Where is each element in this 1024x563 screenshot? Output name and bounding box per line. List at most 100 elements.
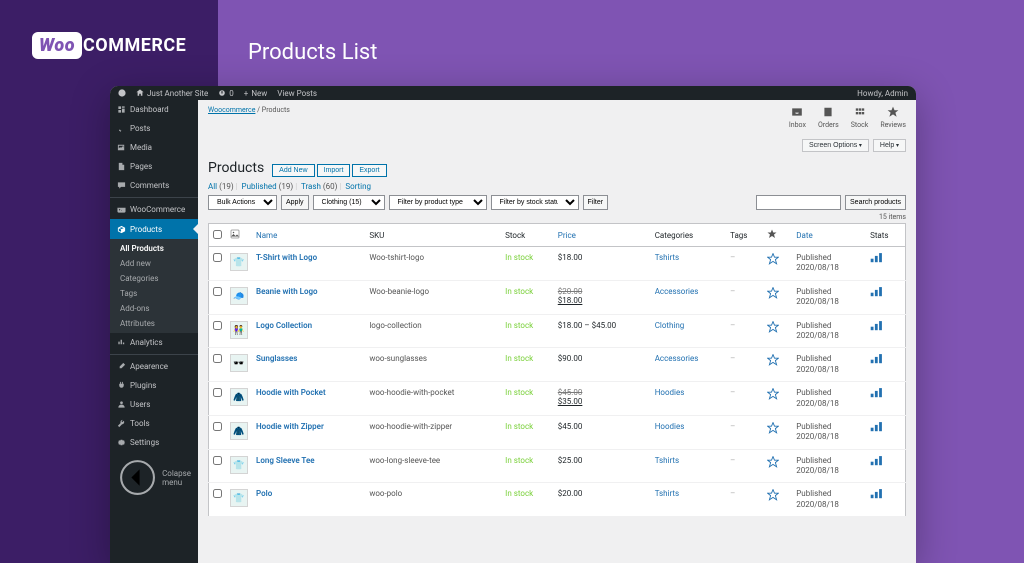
sidebar-sub-add-new[interactable]: Add new <box>110 256 198 271</box>
product-name-link[interactable]: Long Sleeve Tee <box>256 456 315 465</box>
featured-star[interactable] <box>767 326 779 335</box>
help-button[interactable]: Help <box>873 139 906 152</box>
product-thumb[interactable]: 👫 <box>230 321 248 339</box>
product-category-link[interactable]: Accessories <box>655 354 699 363</box>
sidebar-item-posts[interactable]: Posts <box>110 119 198 138</box>
product-category-link[interactable]: Clothing <box>655 321 685 330</box>
featured-star[interactable] <box>767 461 779 470</box>
stats-icon[interactable] <box>870 357 884 366</box>
sidebar-item-woocommerce[interactable]: WooCommerce <box>110 200 198 219</box>
wp-logo-icon[interactable] <box>118 89 126 97</box>
col-categories[interactable]: Categories <box>651 224 726 247</box>
bulk-actions-select[interactable]: Bulk Actions <box>208 195 277 210</box>
product-name-link[interactable]: Logo Collection <box>256 321 312 330</box>
col-featured[interactable] <box>763 224 792 247</box>
product-name-link[interactable]: Hoodie with Pocket <box>256 388 326 397</box>
add-new-button[interactable]: Add New <box>272 164 314 177</box>
stats-icon[interactable] <box>870 256 884 265</box>
sidebar-item-settings[interactable]: Settings <box>110 433 198 452</box>
product-name-link[interactable]: T-Shirt with Logo <box>256 253 317 262</box>
reviews-icon-button[interactable]: Reviews <box>880 106 906 129</box>
stats-icon[interactable] <box>870 492 884 501</box>
product-category-link[interactable]: Hoodies <box>655 422 685 431</box>
product-category-link[interactable]: Hoodies <box>655 388 685 397</box>
filter-button[interactable]: Filter <box>583 195 609 210</box>
row-checkbox[interactable] <box>213 321 222 330</box>
collapse-menu[interactable]: Colapse menu <box>110 452 198 503</box>
product-category-link[interactable]: Tshirts <box>655 253 679 262</box>
featured-star[interactable] <box>767 427 779 436</box>
product-name-link[interactable]: Sunglasses <box>256 354 297 363</box>
sidebar-item-products[interactable]: Products <box>110 219 198 239</box>
row-checkbox[interactable] <box>213 287 222 296</box>
col-sku[interactable]: SKU <box>365 224 501 247</box>
sidebar-item-users[interactable]: Users <box>110 395 198 414</box>
export-button[interactable]: Export <box>352 164 386 177</box>
sidebar-item-apearence[interactable]: Apearence <box>110 357 198 376</box>
sidebar-item-media[interactable]: Media <box>110 138 198 157</box>
bulk-apply-button[interactable]: Apply <box>281 195 309 210</box>
stats-icon[interactable] <box>870 425 884 434</box>
row-checkbox[interactable] <box>213 388 222 397</box>
row-checkbox[interactable] <box>213 253 222 262</box>
featured-star[interactable] <box>767 258 779 267</box>
sidebar-sub-attributes[interactable]: Attributes <box>110 316 198 331</box>
product-name-link[interactable]: Hoodie with Zipper <box>256 422 324 431</box>
howdy[interactable]: Howdy, Admin <box>857 89 908 98</box>
col-name[interactable]: Name <box>252 224 365 247</box>
screen-options-button[interactable]: Screen Options <box>802 139 869 152</box>
view-sorting[interactable]: Sorting <box>345 182 371 191</box>
row-checkbox[interactable] <box>213 489 222 498</box>
col-tags[interactable]: Tags <box>726 224 763 247</box>
category-filter-select[interactable]: Clothing (15) <box>313 195 385 210</box>
stats-icon[interactable] <box>870 459 884 468</box>
orders-icon-button[interactable]: Orders <box>818 106 839 129</box>
stats-icon[interactable] <box>870 290 884 299</box>
row-checkbox[interactable] <box>213 354 222 363</box>
sidebar-item-plugins[interactable]: Plugins <box>110 376 198 395</box>
row-checkbox[interactable] <box>213 422 222 431</box>
col-image[interactable] <box>226 224 252 247</box>
search-button[interactable]: Search products <box>845 195 906 210</box>
product-thumb[interactable]: 🧥 <box>230 422 248 440</box>
featured-star[interactable] <box>767 494 779 503</box>
stock-status-select[interactable]: Filter by stock status <box>491 195 579 210</box>
site-link[interactable]: Just Another Site <box>136 89 208 98</box>
view-trash[interactable]: Trash <box>301 182 321 191</box>
featured-star[interactable] <box>767 292 779 301</box>
view-published[interactable]: Published <box>242 182 277 191</box>
sidebar-item-tools[interactable]: Tools <box>110 414 198 433</box>
sidebar-item-pages[interactable]: Pages <box>110 157 198 176</box>
product-name-link[interactable]: Polo <box>256 489 272 498</box>
product-thumb[interactable]: 👕 <box>230 456 248 474</box>
row-checkbox[interactable] <box>213 456 222 465</box>
sidebar-sub-add-ons[interactable]: Add-ons <box>110 301 198 316</box>
product-thumb[interactable]: 👕 <box>230 489 248 507</box>
col-stock[interactable]: Stock <box>501 224 554 247</box>
featured-star[interactable] <box>767 359 779 368</box>
product-name-link[interactable]: Beanie with Logo <box>256 287 318 296</box>
product-thumb[interactable]: 🧥 <box>230 388 248 406</box>
sidebar-item-dashboard[interactable]: Dashboard <box>110 100 198 119</box>
stats-icon[interactable] <box>870 391 884 400</box>
col-price[interactable]: Price <box>554 224 651 247</box>
product-thumb[interactable]: 🧢 <box>230 287 248 305</box>
sidebar-sub-categories[interactable]: Categories <box>110 271 198 286</box>
stats-icon[interactable] <box>870 324 884 333</box>
featured-star[interactable] <box>767 393 779 402</box>
search-input[interactable] <box>756 195 841 210</box>
breadcrumb-woo[interactable]: Woocommerce <box>208 106 255 114</box>
product-thumb[interactable]: 👕 <box>230 253 248 271</box>
stock-icon-button[interactable]: Stock <box>851 106 869 129</box>
col-stats[interactable]: Stats <box>866 224 905 247</box>
product-category-link[interactable]: Tshirts <box>655 489 679 498</box>
view-all[interactable]: All <box>208 182 217 191</box>
product-category-link[interactable]: Tshirts <box>655 456 679 465</box>
product-type-select[interactable]: Filter by product type <box>389 195 487 210</box>
updates-icon[interactable]: 0 <box>218 89 234 98</box>
sidebar-sub-all-products[interactable]: All Products <box>110 241 198 256</box>
import-button[interactable]: Import <box>317 164 351 177</box>
col-date[interactable]: Date <box>792 224 866 247</box>
add-new[interactable]: + New <box>244 89 268 98</box>
select-all-checkbox[interactable] <box>213 230 222 239</box>
